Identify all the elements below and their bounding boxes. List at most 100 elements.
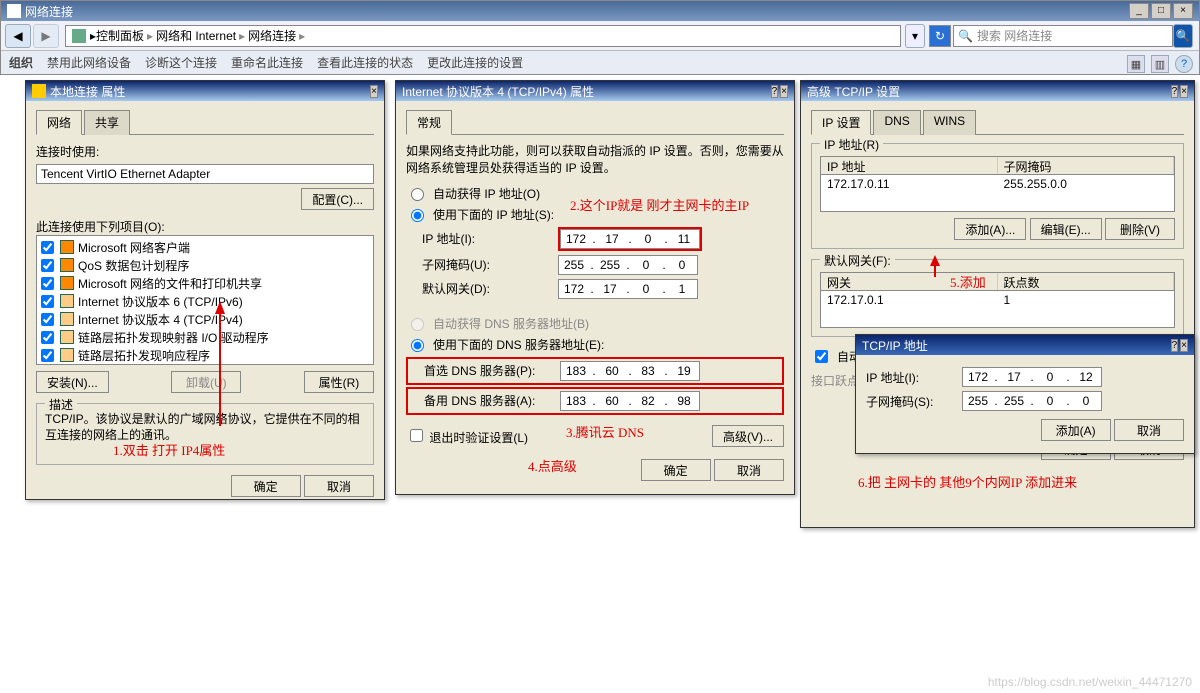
checkbox[interactable] — [41, 313, 54, 326]
cancel-button[interactable]: 取消 — [1114, 419, 1184, 441]
menu-disable[interactable]: 禁用此网络设备 — [47, 54, 131, 71]
checkbox[interactable] — [41, 331, 54, 344]
properties-button[interactable]: 属性(R) — [304, 371, 374, 393]
radio-manual-dns[interactable] — [411, 339, 424, 352]
cancel-button[interactable]: 取消 — [714, 459, 784, 481]
close-button[interactable]: × — [1173, 3, 1193, 19]
close-button[interactable]: × — [780, 85, 788, 98]
tab-dns[interactable]: DNS — [873, 110, 920, 135]
help-icon[interactable]: ? — [1175, 55, 1193, 73]
close-button[interactable]: × — [370, 85, 378, 98]
checkbox[interactable] — [41, 349, 54, 362]
component-icon — [60, 348, 74, 362]
menu-diagnose[interactable]: 诊断这个连接 — [145, 54, 217, 71]
help-button[interactable]: ? — [1171, 339, 1179, 352]
breadcrumb-item[interactable]: 网络连接 — [248, 27, 296, 44]
ip-input[interactable]: 172.17.0.11 — [560, 229, 700, 249]
advanced-button[interactable]: 高级(V)... — [712, 425, 784, 447]
components-list[interactable]: Microsoft 网络客户端QoS 数据包计划程序Microsoft 网络的文… — [36, 235, 374, 365]
uninstall-button[interactable]: 卸载(U) — [171, 371, 241, 393]
add-ip-button[interactable]: 添加(A)... — [954, 218, 1026, 240]
breadcrumb-item[interactable]: 网络和 Internet — [156, 27, 236, 44]
dns1-input[interactable]: 183.60.83.19 — [560, 361, 700, 381]
list-item[interactable]: 链路层拓扑发现映射器 I/O 驱动程序 — [39, 328, 371, 346]
delete-ip-button[interactable]: 删除(V) — [1105, 218, 1175, 240]
list-item[interactable]: QoS 数据包计划程序 — [39, 256, 371, 274]
gw-group-title: 默认网关(F): — [820, 252, 895, 269]
address-bar[interactable]: ▸ 控制面板 ▸ 网络和 Internet ▸ 网络连接 ▸ — [65, 25, 901, 47]
radio-manual-ip[interactable] — [411, 209, 424, 222]
tab-share[interactable]: 共享 — [84, 110, 130, 135]
checkbox[interactable] — [41, 241, 54, 254]
search-input[interactable]: 🔍 搜索 网络连接 — [953, 25, 1173, 47]
list-item[interactable]: Internet 协议版本 6 (TCP/IPv6) — [39, 292, 371, 310]
gw-table-row[interactable]: 172.17.0.11 — [821, 291, 1174, 309]
gateway-input[interactable]: 172.17.0.1 — [558, 279, 698, 299]
close-button[interactable]: × — [1180, 339, 1188, 352]
refresh-button[interactable]: ↻ — [929, 25, 951, 47]
mask-input[interactable]: 255.255.0.0 — [558, 255, 698, 275]
ip-input[interactable]: 172.17.0.12 — [962, 367, 1102, 387]
desc-text: TCP/IP。该协议是默认的广域网络协议，它提供在不同的相互连接的网络上的通讯。 — [45, 412, 365, 443]
intro-text: 如果网络支持此功能，则可以获取自动指派的 IP 设置。否则，您需要从网络系统管理… — [406, 143, 784, 177]
tab-wins[interactable]: WINS — [923, 110, 976, 135]
component-icon — [60, 330, 74, 344]
adapter-name-field[interactable] — [36, 164, 374, 184]
tab-network[interactable]: 网络 — [36, 110, 82, 135]
dlg3-title: 高级 TCP/IP 设置 — [807, 83, 900, 100]
ip-table-row[interactable]: 172.17.0.11255.255.0.0 — [821, 175, 1174, 193]
view-icon[interactable]: ▦ — [1127, 55, 1145, 73]
dlg3-titlebar[interactable]: 高级 TCP/IP 设置 ?× — [801, 81, 1194, 101]
list-item[interactable]: Internet 协议版本 4 (TCP/IPv4) — [39, 310, 371, 328]
annotation-2: 2.这个IP就是 刚才主网卡的主IP — [570, 195, 749, 214]
menu-rename[interactable]: 重命名此连接 — [231, 54, 303, 71]
component-label: Microsoft 网络的文件和打印机共享 — [78, 275, 262, 292]
help-button[interactable]: ? — [1171, 85, 1179, 98]
close-button[interactable]: × — [1180, 85, 1188, 98]
forward-button[interactable]: ▶ — [33, 24, 59, 48]
checkbox[interactable] — [41, 259, 54, 272]
dlg2-titlebar[interactable]: Internet 协议版本 4 (TCP/IPv4) 属性 ?× — [396, 81, 794, 101]
list-item[interactable]: Microsoft 网络客户端 — [39, 238, 371, 256]
search-button[interactable]: 🔍 — [1173, 24, 1193, 48]
folder-icon — [72, 29, 86, 43]
checkbox-validate[interactable] — [410, 429, 423, 442]
tab-ip-settings[interactable]: IP 设置 — [811, 110, 871, 135]
mask-input[interactable]: 255.255.0.0 — [962, 391, 1102, 411]
desc-group-title: 描述 — [45, 396, 77, 413]
dlg4-titlebar[interactable]: TCP/IP 地址 ?× — [856, 335, 1194, 355]
back-button[interactable]: ◀ — [5, 24, 31, 48]
mask-label: 子网掩码(U): — [422, 256, 552, 273]
edit-ip-button[interactable]: 编辑(E)... — [1030, 218, 1102, 240]
dropdown-button[interactable]: ▾ — [905, 24, 925, 48]
breadcrumb-item[interactable]: 控制面板 — [96, 27, 144, 44]
maximize-button[interactable]: □ — [1151, 3, 1171, 19]
menu-organize[interactable]: 组织 — [9, 54, 33, 71]
help-button[interactable]: ? — [771, 85, 779, 98]
configure-button[interactable]: 配置(C)... — [301, 188, 374, 210]
label-connect-using: 连接时使用: — [36, 143, 374, 160]
ok-button[interactable]: 确定 — [231, 475, 301, 497]
dlg1-titlebar[interactable]: 本地连接 属性 × — [26, 81, 384, 101]
ok-button[interactable]: 确定 — [641, 459, 711, 481]
list-item[interactable]: 链路层拓扑发现响应程序 — [39, 346, 371, 364]
checkbox[interactable] — [41, 277, 54, 290]
add-button[interactable]: 添加(A) — [1041, 419, 1111, 441]
list-item[interactable]: Microsoft 网络的文件和打印机共享 — [39, 274, 371, 292]
dlg-tcpip-address: TCP/IP 地址 ?× IP 地址(I): 172.17.0.12 子网掩码(… — [855, 334, 1195, 454]
dns2-input[interactable]: 183.60.82.98 — [560, 391, 700, 411]
annotation-1: 1.双击 打开 IP4属性 — [113, 440, 225, 459]
checkbox[interactable] — [41, 295, 54, 308]
dlg1-title: 本地连接 属性 — [50, 83, 125, 100]
menu-status[interactable]: 查看此连接的状态 — [317, 54, 413, 71]
tab-general[interactable]: 常规 — [406, 110, 452, 135]
explorer-titlebar[interactable]: 网络连接 _ □ × — [1, 1, 1199, 21]
preview-icon[interactable]: ▥ — [1151, 55, 1169, 73]
checkbox-auto-metric[interactable] — [815, 350, 828, 363]
radio-auto-ip[interactable] — [411, 188, 424, 201]
menu-change[interactable]: 更改此连接的设置 — [427, 54, 523, 71]
component-label: Internet 协议版本 4 (TCP/IPv4) — [78, 311, 243, 328]
cancel-button[interactable]: 取消 — [304, 475, 374, 497]
install-button[interactable]: 安装(N)... — [36, 371, 109, 393]
minimize-button[interactable]: _ — [1129, 3, 1149, 19]
